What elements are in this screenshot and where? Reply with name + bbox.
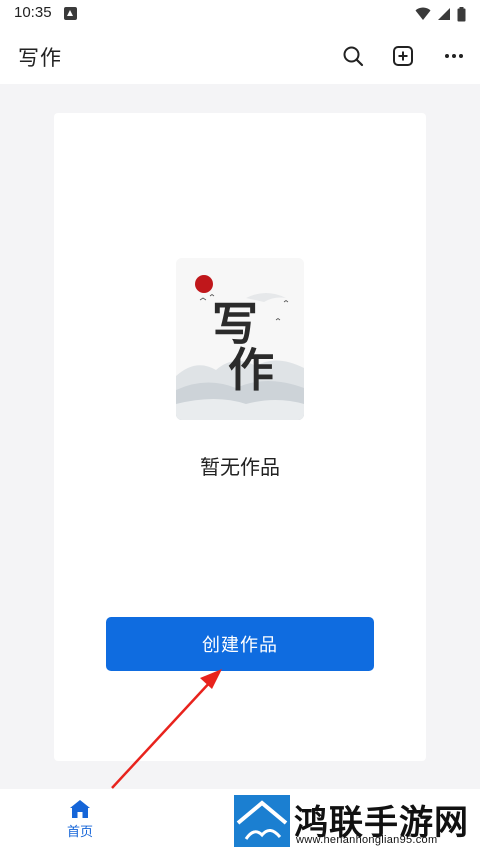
status-icons (415, 5, 466, 23)
wifi-icon (415, 7, 431, 20)
cover-char-2: 作 (228, 343, 274, 397)
signal-icon (438, 8, 450, 20)
watermark: 鸿联手游网 www.henanhonglian95.com (232, 793, 476, 849)
empty-state-message: 暂无作品 (200, 455, 280, 479)
add-button[interactable] (389, 42, 417, 70)
watermark-logo-icon (234, 795, 290, 847)
notification-icon (64, 7, 77, 20)
nav-item-home[interactable]: 首页 (54, 799, 106, 845)
writing-cover-image: 写 作 (176, 258, 304, 420)
app-header: 写作 (0, 28, 480, 84)
add-square-icon (393, 46, 413, 66)
battery-icon (457, 6, 466, 21)
sun-icon (195, 275, 213, 293)
home-icon (70, 800, 90, 818)
nav-item-home-label: 首页 (66, 825, 93, 840)
status-bar: 10:35 (0, 0, 480, 28)
status-time: 10:35 (14, 4, 52, 21)
watermark-url: www.henanhonglian95.com (296, 834, 438, 846)
cover-illustration: 写 作 (176, 258, 304, 420)
works-card: 写 作 暂无作品 创建作品 (54, 113, 426, 761)
page-title: 写作 (18, 46, 62, 70)
more-button[interactable] (440, 42, 468, 70)
search-button[interactable] (339, 42, 367, 70)
search-icon (343, 46, 364, 67)
create-work-button[interactable]: 创建作品 (106, 617, 374, 671)
more-icon (445, 54, 463, 58)
